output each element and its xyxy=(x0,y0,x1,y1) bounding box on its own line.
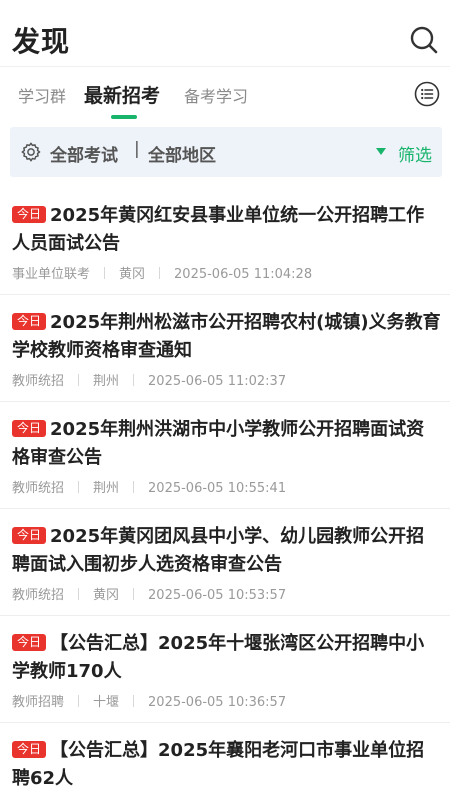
list-icon xyxy=(414,81,440,107)
page-title: 发现 xyxy=(12,25,71,58)
today-badge: 今日 xyxy=(12,420,47,437)
item-category: 教师统招 xyxy=(12,374,65,389)
item-category: 教师统招 xyxy=(12,588,65,603)
item-meta: 教师统招 荆州 2025-06-05 11:02:37 xyxy=(12,370,286,389)
filter-all-exams[interactable]: 全部考试 xyxy=(50,141,118,166)
item-time: 2025-06-05 10:53:57 xyxy=(148,588,287,603)
tab-study-group[interactable]: 学习群 xyxy=(18,83,66,107)
item-region: 黄冈 xyxy=(119,267,146,282)
search-icon xyxy=(410,26,438,54)
item-time: 2025-06-05 10:55:41 xyxy=(148,481,287,496)
list-item[interactable]: 今日 【公告汇总】2025年十堰张湾区公开招聘中小学教师170人 教师招聘 十堰 20… xyxy=(0,616,450,723)
item-title: 今日 2025年荆州洪湖市中小学教师公开招聘面试资格审查公告 xyxy=(12,419,425,468)
item-time: 2025-06-05 11:04:28 xyxy=(174,267,313,282)
active-tab-indicator xyxy=(111,115,137,119)
dropdown-triangle-icon xyxy=(376,148,386,155)
list-item[interactable]: 今日 2025年荆州松滋市公开招聘农村(城镇)义务教育学校教师资格审查通知 教师统… xyxy=(0,295,450,402)
list-item[interactable]: 今日 2025年荆州洪湖市中小学教师公开招聘面试资格审查公告 教师统招 荆州 2025… xyxy=(0,402,450,509)
item-meta: 事业单位联考 黄冈 2025-06-05 11:04:28 xyxy=(12,263,312,282)
item-title: 今日 2025年黄冈团风县中小学、幼儿园教师公开招聘面试入围初步人选资格审查公告 xyxy=(12,526,425,575)
item-title: 今日 2025年黄冈红安县事业单位统一公开招聘工作人员面试公告 xyxy=(12,205,425,254)
tab-latest-recruitment[interactable]: 最新招考 xyxy=(84,81,160,108)
filter-separator: | xyxy=(134,139,140,159)
filter-all-regions[interactable]: 全部地区 xyxy=(148,141,216,166)
today-badge: 今日 xyxy=(12,741,47,758)
item-time: 2025-06-05 11:02:37 xyxy=(148,374,287,389)
today-badge: 今日 xyxy=(12,313,47,330)
list-item[interactable]: 今日 【公告汇总】2025年襄阳老河口市事业单位招聘62人 xyxy=(0,723,450,800)
item-category: 教师统招 xyxy=(12,481,65,496)
today-badge: 今日 xyxy=(12,206,47,223)
item-region: 荆州 xyxy=(93,481,120,496)
search-button[interactable] xyxy=(408,24,440,56)
item-region: 黄冈 xyxy=(93,588,120,603)
gear-icon[interactable] xyxy=(20,141,42,163)
item-meta: 教师统招 荆州 2025-06-05 10:55:41 xyxy=(12,477,286,496)
item-time: 2025-06-05 10:36:57 xyxy=(148,695,287,710)
item-region: 荆州 xyxy=(93,374,120,389)
item-category: 事业单位联考 xyxy=(12,267,91,282)
tab-exam-prep[interactable]: 备考学习 xyxy=(184,83,248,107)
item-title: 今日 【公告汇总】2025年襄阳老河口市事业单位招聘62人 xyxy=(12,740,425,789)
tab-bar: 学习群 最新招考 备考学习 xyxy=(0,66,450,122)
list-item[interactable]: 今日 2025年黄冈团风县中小学、幼儿园教师公开招聘面试入围初步人选资格审查公告 … xyxy=(0,509,450,616)
list-menu-button[interactable] xyxy=(414,81,440,107)
filter-bar: 全部考试 | 全部地区 筛选 xyxy=(10,127,442,177)
filter-button[interactable]: 筛选 xyxy=(398,141,432,166)
recruitment-list: 今日 2025年黄冈红安县事业单位统一公开招聘工作人员面试公告 事业单位联考 黄冈 2… xyxy=(0,188,450,800)
item-title: 今日 【公告汇总】2025年十堰张湾区公开招聘中小学教师170人 xyxy=(12,633,425,682)
item-meta: 教师统招 黄冈 2025-06-05 10:53:57 xyxy=(12,584,286,603)
today-badge: 今日 xyxy=(12,527,47,544)
list-item[interactable]: 今日 2025年黄冈红安县事业单位统一公开招聘工作人员面试公告 事业单位联考 黄冈 2… xyxy=(0,188,450,295)
item-category: 教师招聘 xyxy=(12,695,65,710)
item-meta: 教师招聘 十堰 2025-06-05 10:36:57 xyxy=(12,691,286,710)
item-title: 今日 2025年荆州松滋市公开招聘农村(城镇)义务教育学校教师资格审查通知 xyxy=(12,312,441,361)
today-badge: 今日 xyxy=(12,634,47,651)
item-region: 十堰 xyxy=(93,695,120,710)
